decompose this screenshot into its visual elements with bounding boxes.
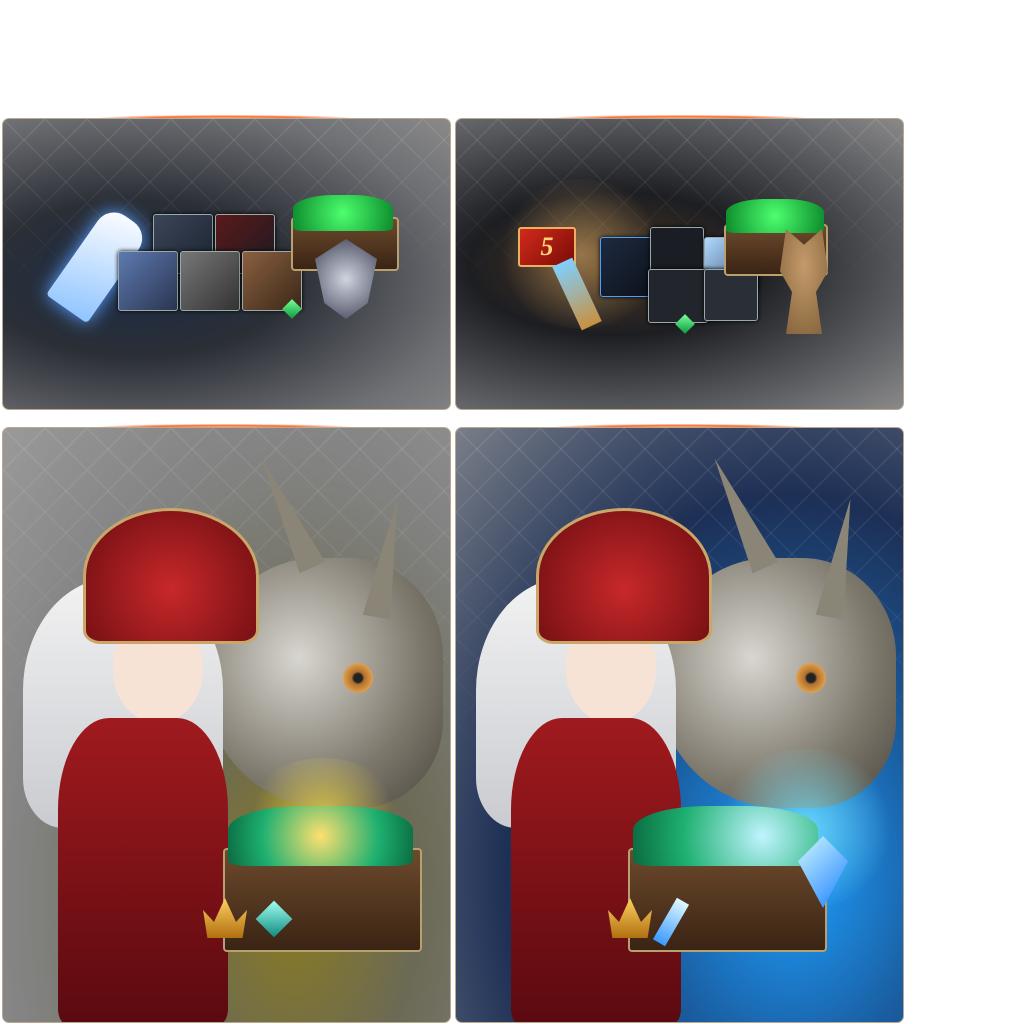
material-icon <box>704 269 758 321</box>
package-card-hero-key[interactable] <box>2 118 451 410</box>
dragon-eye <box>343 663 373 693</box>
character-dress <box>58 718 228 1022</box>
gems-icon <box>293 195 393 231</box>
package-card-character-gold[interactable] <box>2 427 451 1023</box>
gems-gold-icon <box>228 806 413 866</box>
dragon-eye <box>796 663 826 693</box>
hero-portrait <box>118 251 178 311</box>
character-hat <box>536 508 712 644</box>
gems-crystal-icon <box>633 806 818 866</box>
dragon-horn <box>701 452 779 574</box>
character-hat <box>83 508 259 644</box>
package-card-character-blue[interactable] <box>455 427 904 1023</box>
package-card-ticket-materials[interactable]: 5 <box>455 118 904 410</box>
dragon-horn <box>248 452 326 574</box>
gems-icon <box>726 199 824 233</box>
hero-portrait <box>180 251 240 311</box>
material-icon <box>648 269 708 323</box>
